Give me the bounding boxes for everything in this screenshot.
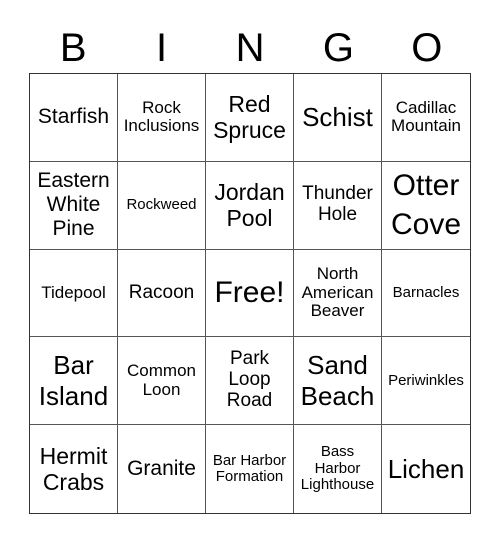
bingo-cell[interactable]: Jordan Pool bbox=[206, 161, 294, 250]
bingo-cell[interactable]: Schist bbox=[294, 74, 382, 162]
free-space[interactable]: Free! bbox=[206, 249, 294, 338]
header-letter-b: B bbox=[59, 26, 87, 70]
bingo-cell[interactable]: Cadillac Mountain bbox=[382, 74, 470, 162]
bingo-cell[interactable]: Park Loop Road bbox=[206, 337, 294, 426]
header-letter-n: N bbox=[235, 26, 265, 70]
bingo-cell[interactable]: Rockweed bbox=[118, 161, 206, 250]
bingo-cell[interactable]: Periwinkles bbox=[382, 337, 470, 426]
bingo-cell[interactable]: Common Loon bbox=[118, 337, 206, 426]
bingo-cell[interactable]: Bass Harbor Lighthouse bbox=[294, 425, 382, 513]
bingo-cell[interactable]: North American Beaver bbox=[294, 249, 382, 338]
header-letter-g: G bbox=[322, 26, 354, 70]
bingo-cell[interactable]: Sand Beach bbox=[294, 337, 382, 426]
bingo-header: B I N G O bbox=[29, 24, 471, 72]
bingo-cell[interactable]: Lichen bbox=[382, 425, 470, 513]
header-letter-o: O bbox=[411, 26, 443, 70]
header-letter-i: I bbox=[156, 26, 168, 70]
bingo-grid: Starfish Rock Inclusions Red Spruce Schi… bbox=[29, 73, 471, 514]
bingo-cell[interactable]: Barnacles bbox=[382, 250, 470, 338]
bingo-cell[interactable]: Hermit Crabs bbox=[30, 425, 118, 513]
bingo-cell[interactable]: Otter Cove bbox=[382, 162, 470, 250]
bingo-cell[interactable]: Tidepool bbox=[30, 249, 118, 338]
bingo-cell[interactable]: Granite bbox=[118, 425, 206, 513]
bingo-cell[interactable]: Racoon bbox=[118, 249, 206, 338]
bingo-cell[interactable]: Bar Harbor Formation bbox=[206, 425, 294, 513]
bingo-cell[interactable]: Bar Island bbox=[30, 337, 118, 426]
bingo-cell[interactable]: Rock Inclusions bbox=[118, 74, 206, 162]
bingo-cell[interactable]: Eastern White Pine bbox=[30, 161, 118, 250]
bingo-cell[interactable]: Thunder Hole bbox=[294, 161, 382, 250]
bingo-cell[interactable]: Red Spruce bbox=[206, 74, 294, 162]
bingo-cell[interactable]: Starfish bbox=[30, 74, 118, 162]
